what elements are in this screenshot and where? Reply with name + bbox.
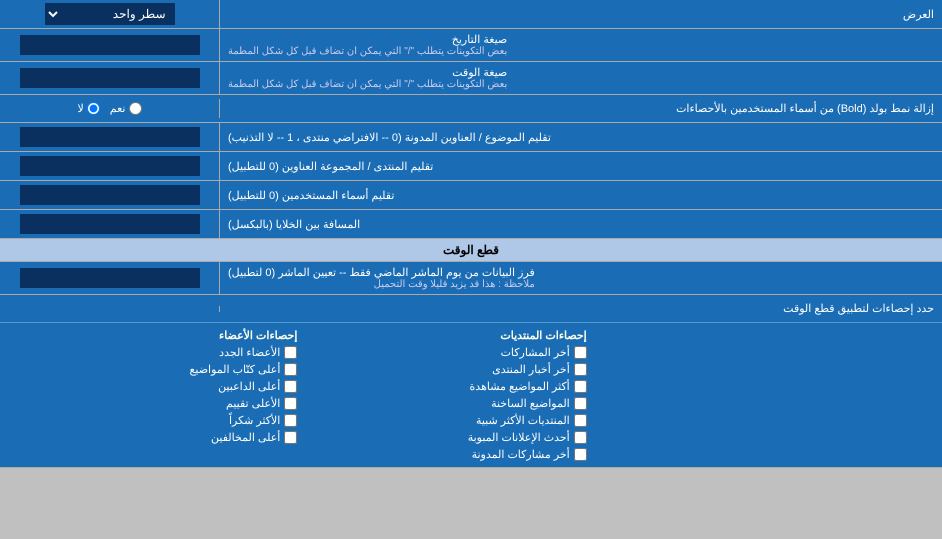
cell-spacing-input-wrapper: 2 (0, 210, 220, 238)
stats-filter-area (0, 306, 220, 312)
stats-header-row: حدد إحصاءات لتطبيق قطع الوقت (0, 295, 942, 323)
stats-member-checkbox-0[interactable] (284, 346, 297, 359)
username-limit-label: تقليم أسماء المستخدمين (0 للتطبيل) (220, 181, 942, 209)
topic-title-limit-label: تقليم الموضوع / العناوين المدونة (0 -- ا… (220, 123, 942, 151)
stats-forum-item-2[interactable]: أكثر المواضيع مشاهدة (297, 380, 586, 393)
forum-title-limit-label: تقليم المنتدى / المجموعة العناوين (0 للت… (220, 152, 942, 180)
username-limit-row: تقليم أسماء المستخدمين (0 للتطبيل) 0 (0, 181, 942, 210)
stats-forum-checkbox-3[interactable] (574, 397, 587, 410)
stats-member-item-5[interactable]: أعلى المخالفين (8, 431, 297, 444)
stats-checkboxes: إحصاءات المنتديات أخر المشاركات أخر أخبا… (0, 323, 942, 467)
stats-forum-checkbox-1[interactable] (574, 363, 587, 376)
bold-remove-label: إزالة نمط بولد (Bold) من أسماء المستخدمي… (220, 98, 942, 119)
stats-section: حدد إحصاءات لتطبيق قطع الوقت إحصاءات الم… (0, 295, 942, 468)
stats-forum-item-5[interactable]: أحدث الإعلانات المبوبة (297, 431, 586, 444)
bold-remove-radio-wrapper: نعم لا (0, 99, 220, 118)
stats-col-forum-header: إحصاءات المنتديات (297, 329, 586, 342)
bold-no-radio[interactable] (87, 102, 100, 115)
stats-forum-item-3[interactable]: المواضيع الساخنة (297, 397, 586, 410)
time-cut-header: قطع الوقت (0, 239, 942, 262)
date-format-row: صيغة التاريخ بعض التكوينات يتطلب "/" الت… (0, 29, 942, 62)
stats-col-spacer (587, 329, 934, 461)
stats-member-checkbox-1[interactable] (284, 363, 297, 376)
forum-title-limit-input[interactable]: 33 (20, 156, 200, 176)
time-format-label: صيغة الوقت بعض التكوينات يتطلب "/" التي … (220, 62, 942, 94)
time-cut-filter-input-wrapper: 0 (0, 262, 220, 294)
stats-header-label: حدد إحصاءات لتطبيق قطع الوقت (220, 298, 942, 319)
username-limit-input-wrapper: 0 (0, 181, 220, 209)
username-limit-input[interactable]: 0 (20, 185, 200, 205)
stats-member-item-1[interactable]: أعلى كتّاب المواضيع (8, 363, 297, 376)
cell-spacing-label: المسافة بين الخلايا (بالبكسل) (220, 210, 942, 238)
stats-col-member-header: إحصاءات الأعضاء (8, 329, 297, 342)
topic-title-limit-input[interactable]: 33 (20, 127, 200, 147)
stats-forum-checkbox-5[interactable] (574, 431, 587, 444)
display-select[interactable]: سطر واحد سطرين ثلاثة أسطر (45, 3, 175, 25)
cell-spacing-input[interactable]: 2 (20, 214, 200, 234)
stats-forum-item-0[interactable]: أخر المشاركات (297, 346, 586, 359)
stats-member-checkbox-5[interactable] (284, 431, 297, 444)
display-label: العرض (220, 4, 942, 25)
bold-yes-label[interactable]: نعم (110, 102, 142, 115)
stats-member-item-2[interactable]: أعلى الداعبين (8, 380, 297, 393)
stats-forum-checkbox-6[interactable] (574, 448, 587, 461)
stats-col-forum: إحصاءات المنتديات أخر المشاركات أخر أخبا… (297, 329, 586, 461)
stats-forum-item-1[interactable]: أخر أخبار المنتدى (297, 363, 586, 376)
stats-member-item-4[interactable]: الأكثر شكراً (8, 414, 297, 427)
stats-forum-checkbox-4[interactable] (574, 414, 587, 427)
stats-member-checkbox-4[interactable] (284, 414, 297, 427)
time-cut-filter-row: فرز البيانات من يوم الماشر الماضي فقط --… (0, 262, 942, 295)
display-select-wrapper: سطر واحد سطرين ثلاثة أسطر (0, 0, 220, 28)
bold-yes-radio[interactable] (129, 102, 142, 115)
topic-title-limit-input-wrapper: 33 (0, 123, 220, 151)
time-cut-filter-input[interactable]: 0 (20, 268, 200, 288)
stats-member-checkbox-3[interactable] (284, 397, 297, 410)
topic-title-limit-row: تقليم الموضوع / العناوين المدونة (0 -- ا… (0, 123, 942, 152)
time-format-input[interactable]: H:i (20, 68, 200, 88)
stats-forum-item-6[interactable]: أخر مشاركات المدونة (297, 448, 586, 461)
time-cut-filter-label: فرز البيانات من يوم الماشر الماضي فقط --… (220, 262, 942, 294)
stats-forum-checkbox-2[interactable] (574, 380, 587, 393)
bold-remove-row: إزالة نمط بولد (Bold) من أسماء المستخدمي… (0, 95, 942, 123)
bold-no-label[interactable]: لا (78, 102, 100, 115)
cell-spacing-row: المسافة بين الخلايا (بالبكسل) 2 (0, 210, 942, 239)
stats-col-member: إحصاءات الأعضاء الأعضاء الجدد أعلى كتّاب… (8, 329, 297, 461)
time-format-input-wrapper: H:i (0, 62, 220, 94)
stats-member-item-0[interactable]: الأعضاء الجدد (8, 346, 297, 359)
forum-title-limit-input-wrapper: 33 (0, 152, 220, 180)
date-format-input-wrapper: d-m (0, 29, 220, 61)
date-format-input[interactable]: d-m (20, 35, 200, 55)
time-format-row: صيغة الوقت بعض التكوينات يتطلب "/" التي … (0, 62, 942, 95)
forum-title-limit-row: تقليم المنتدى / المجموعة العناوين (0 للت… (0, 152, 942, 181)
stats-member-checkbox-2[interactable] (284, 380, 297, 393)
display-row: العرض سطر واحد سطرين ثلاثة أسطر (0, 0, 942, 29)
stats-forum-item-4[interactable]: المنتديات الأكثر شبية (297, 414, 586, 427)
stats-forum-checkbox-0[interactable] (574, 346, 587, 359)
stats-member-item-3[interactable]: الأعلى تقييم (8, 397, 297, 410)
date-format-label: صيغة التاريخ بعض التكوينات يتطلب "/" الت… (220, 29, 942, 61)
